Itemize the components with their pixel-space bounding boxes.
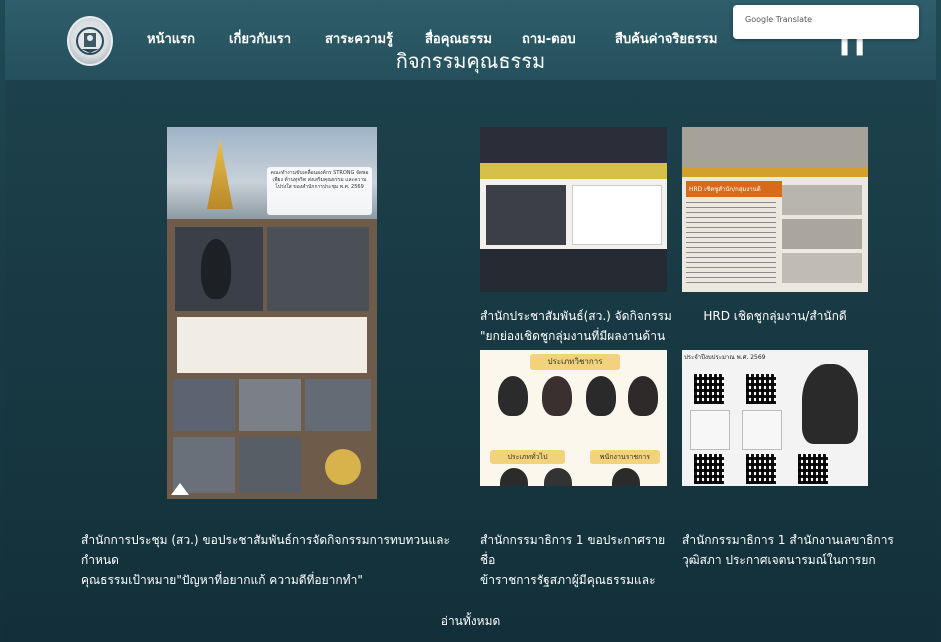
caption-5-line-1: สำนักกรรมาธิการ 1 สำนักงานเลขาธิการ (682, 533, 894, 547)
portrait-4 (628, 376, 658, 416)
caption-3-line-1: HRD เชิดชูกลุ่มงาน/สำนักดี (703, 309, 847, 323)
photo-c (305, 379, 371, 431)
news-card-caption-5[interactable]: สำนักกรรมาธิการ 1 สำนักงานเลขาธิการ วุฒิ… (682, 530, 932, 570)
news-card-caption-1[interactable]: สำนักการประชุม (สว.) ขอประชาสัมพันธ์การจ… (81, 530, 461, 590)
news-card-caption-3[interactable]: HRD เชิดชูกลุ่มงาน/สำนักดี (682, 306, 868, 326)
group-photo-2 (480, 249, 667, 292)
caption-2-line-1: สำนักประชาสัมพันธ์(สว.) จัดกิจกรรม (480, 309, 672, 323)
portrait-2 (542, 376, 572, 416)
photo-a (173, 379, 235, 431)
hrd-photo-1 (782, 185, 862, 215)
qr-code-3 (694, 454, 724, 484)
caption-1-line-2: คุณธรรมเป้าหมาย"ปัญหาที่อยากแก้ ความดีที… (81, 573, 363, 587)
poster-heading-box: คณะทำงานขับเคลื่อนองค์กร STRONG จัดพอเพี… (267, 167, 372, 215)
official-portrait (802, 364, 858, 444)
caption-2-line-2: "ยกย่องเชิดชูกลุ่มงานที่มีผลงานด้าน (480, 329, 666, 343)
category-academic: ประเภทวิชาการ (530, 354, 620, 370)
certificate (572, 185, 662, 245)
qr-info-1 (690, 410, 730, 450)
page-title: กิจกรรมคุณธรรม (395, 49, 546, 73)
news-card-image-1[interactable]: คณะทำงานขับเคลื่อนองค์กร STRONG จัดพอเพี… (167, 127, 377, 499)
hrd-heading: HRD เชิดชูสำนัก/กลุ่มงานดี (686, 181, 782, 197)
portrait-5 (500, 468, 528, 486)
portrait-1 (498, 376, 528, 416)
page-frame: หน้าแรก เกี่ยวกับเรา สาระความรู้ สื่อคุณ… (5, 0, 936, 642)
google-translate-popup[interactable]: Google Translate (733, 5, 919, 39)
qr-code-4 (746, 454, 776, 484)
date-strip (682, 167, 868, 177)
read-all-link[interactable]: อ่านทั้งหมด (5, 612, 936, 631)
hrd-photo-3 (782, 253, 862, 283)
news-card-caption-4[interactable]: สำนักกรรมาธิการ 1 ขอประกาศรายชื่อ ข้าราช… (480, 530, 680, 590)
caption-4-line-1: สำนักกรรมาธิการ 1 ขอประกาศรายชื่อ (480, 533, 666, 567)
qr-code-5 (798, 454, 828, 484)
event-banner-photo (480, 127, 667, 163)
qr-code-2 (746, 374, 776, 404)
qr-code-1 (694, 374, 724, 404)
play-triangle-icon (171, 483, 189, 495)
news-card-image-2[interactable] (480, 127, 667, 292)
category-general: ประเภททั่วไป (490, 450, 565, 464)
speaker-figure (201, 239, 231, 299)
hrd-text-body (686, 201, 776, 287)
qr-poster-heading: ประจำปีงบประมาณ พ.ศ. 2569 (684, 354, 766, 361)
portrait-6 (544, 468, 572, 486)
staff-photo-strip (682, 127, 868, 167)
portrait-7 (612, 468, 640, 486)
qr-info-2 (742, 410, 782, 450)
poster-heading-text: คณะทำงานขับเคลื่อนองค์กร STRONG จัดพอเพี… (270, 170, 369, 190)
google-translate-label: Google Translate (745, 15, 813, 24)
photo-meeting (267, 227, 369, 311)
portrait-3 (586, 376, 616, 416)
photo-e (239, 437, 301, 493)
badge-seal (325, 449, 361, 485)
news-card-image-3[interactable]: HRD เชิดชูสำนัก/กลุ่มงานดี (682, 127, 868, 292)
group-photo (486, 185, 566, 245)
category-employee: พนักงานราชการ (590, 450, 660, 464)
photo-b (239, 379, 301, 431)
event-title-strip (480, 163, 667, 179)
news-card-image-4[interactable]: ประเภทวิชาการ ประเภททั่วไป พนักงานราชการ (480, 350, 667, 486)
news-card-image-5[interactable]: ประจำปีงบประมาณ พ.ศ. 2569 (682, 350, 868, 486)
caption-1-line-1: สำนักการประชุม (สว.) ขอประชาสัมพันธ์การจ… (81, 533, 450, 567)
poster-description (177, 317, 367, 373)
hrd-photo-2 (782, 219, 862, 249)
caption-4-line-2: ข้าราชการรัฐสภาผู้มีคุณธรรมและ (480, 573, 656, 587)
news-card-caption-2[interactable]: สำนักประชาสัมพันธ์(สว.) จัดกิจกรรม "ยกย่… (480, 306, 680, 346)
caption-5-line-2: วุฒิสภา ประกาศเจตนารมณ์ในการยก (682, 553, 876, 567)
